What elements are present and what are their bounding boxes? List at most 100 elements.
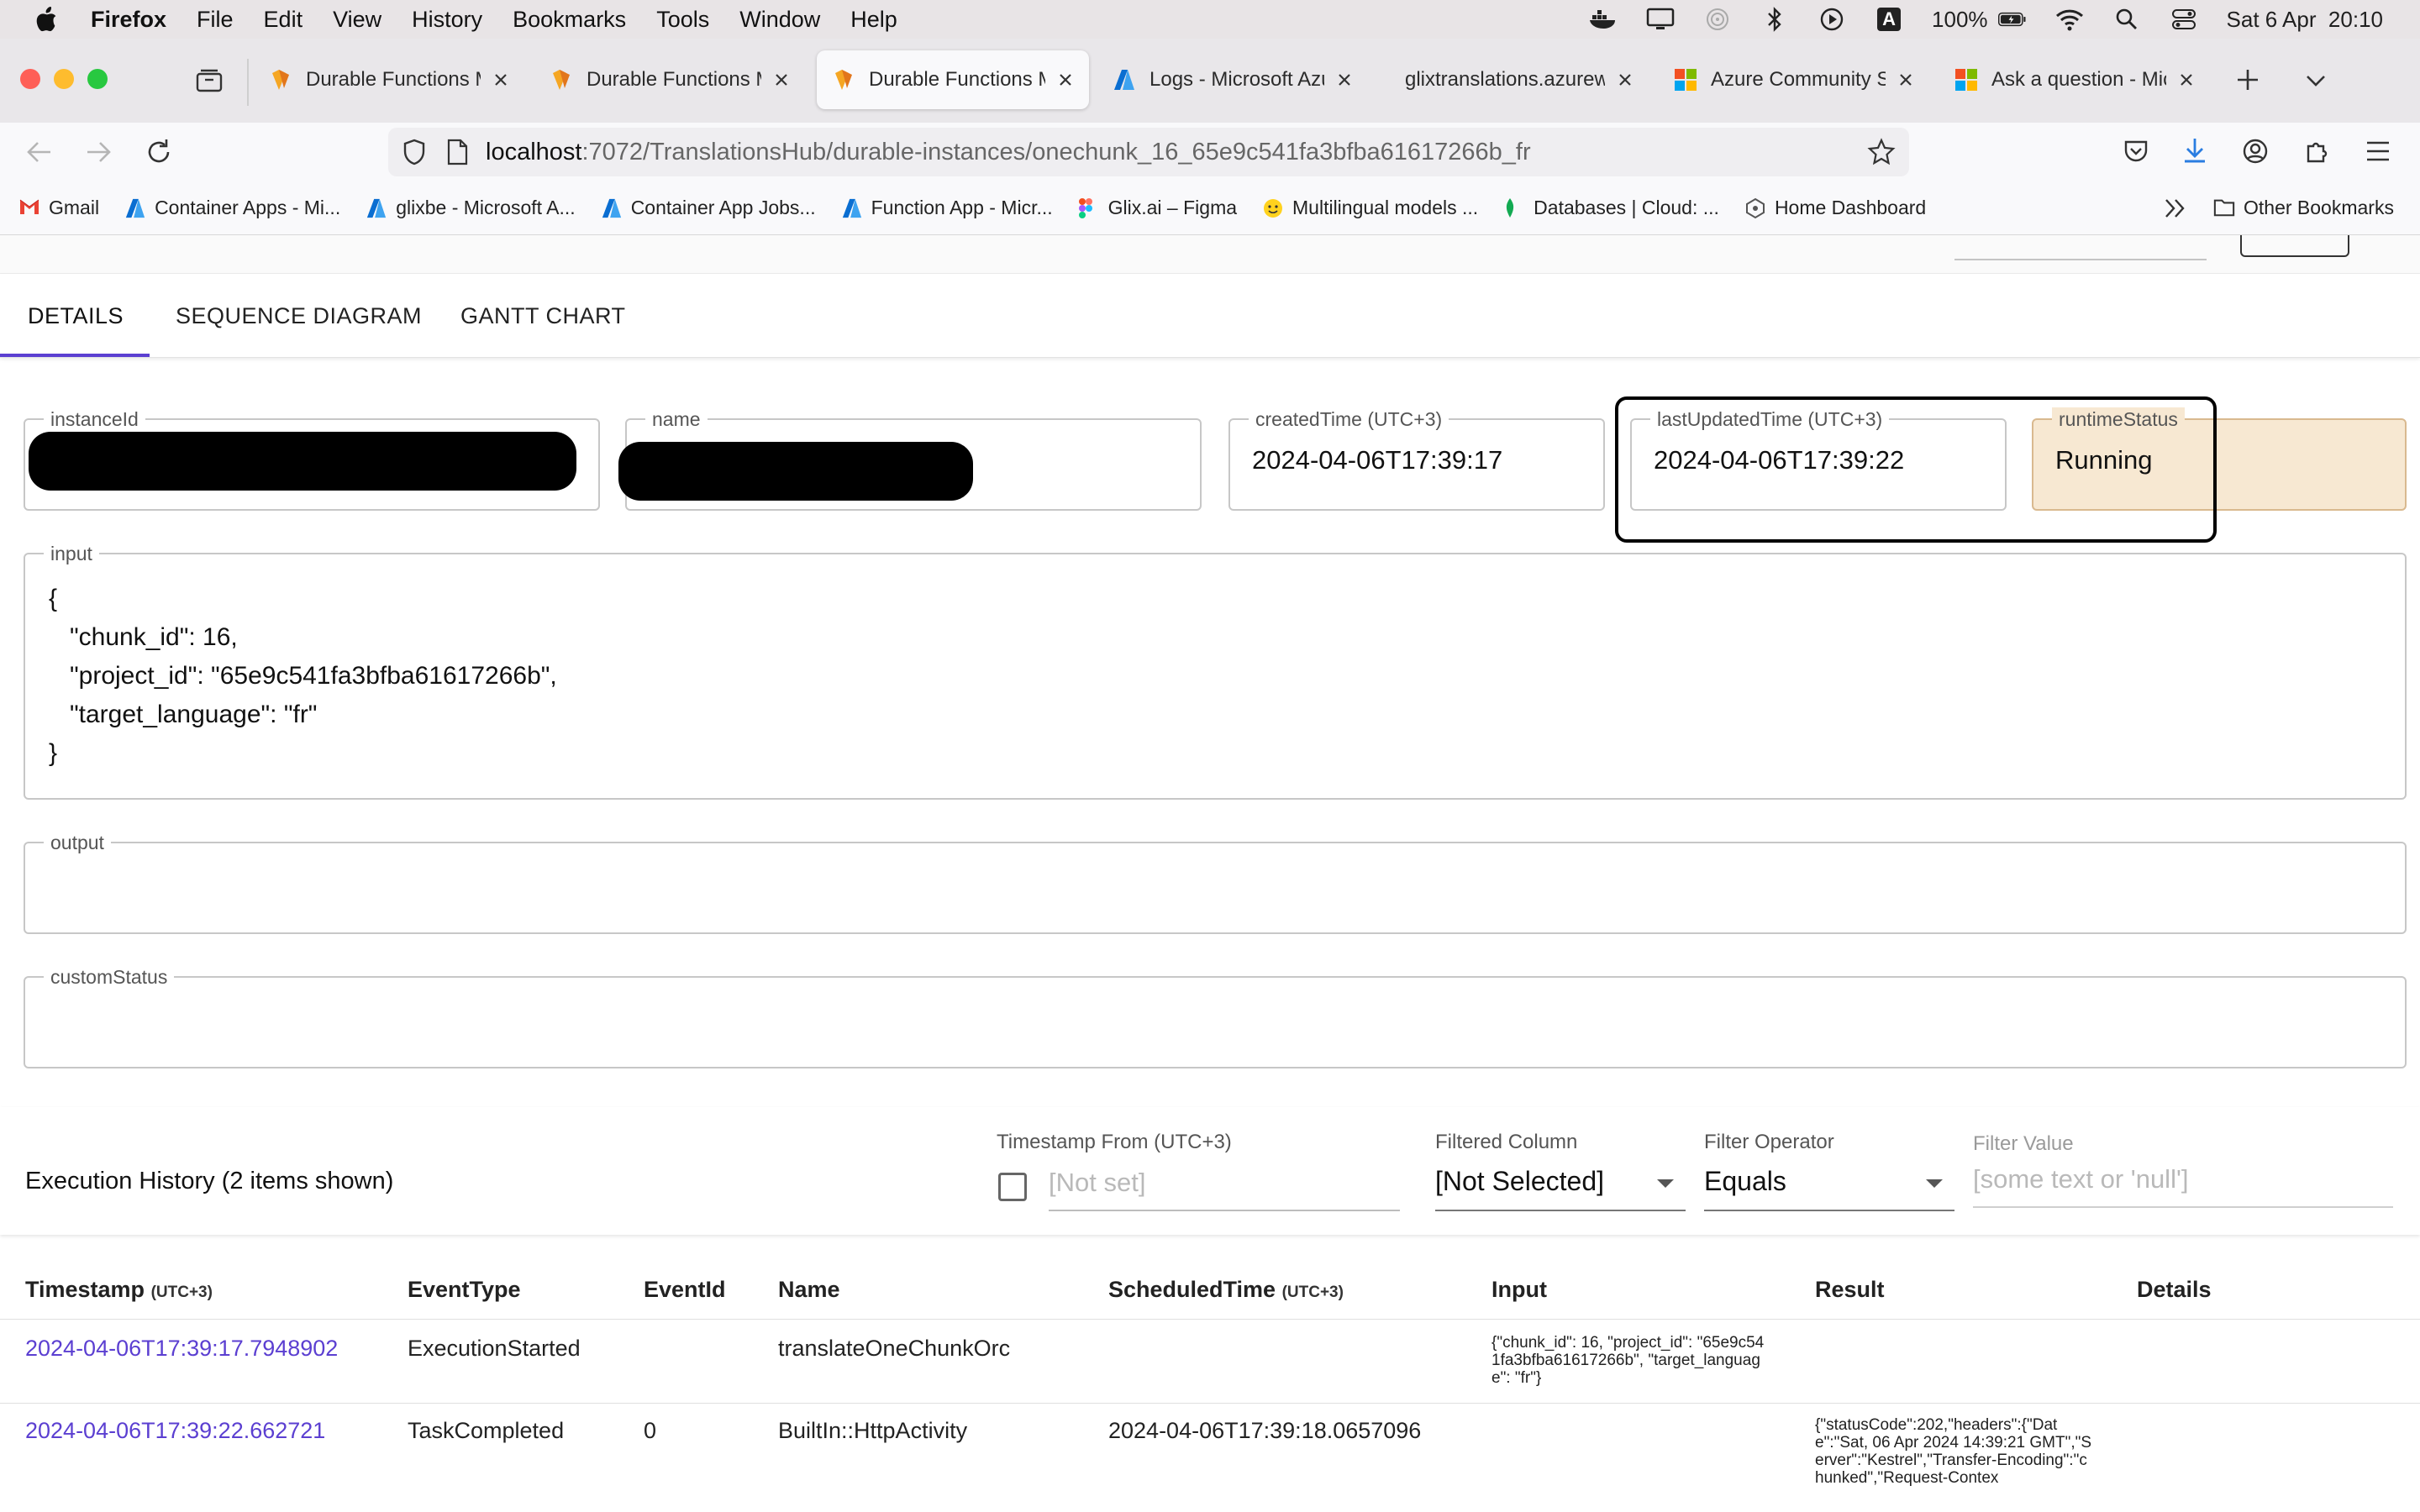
bluetooth-icon[interactable]: [1760, 7, 1789, 32]
browser-tab-durable-2[interactable]: Durable Functions M: [534, 50, 805, 109]
close-icon[interactable]: [492, 71, 509, 88]
url-bar[interactable]: localhost:7072/TranslationsHub/durable-i…: [388, 128, 1909, 176]
reload-icon[interactable]: [145, 138, 173, 166]
redacted-value: [618, 442, 973, 501]
tab-details[interactable]: DETAILS: [28, 274, 124, 358]
window-close-button[interactable]: [20, 69, 40, 89]
menu-view[interactable]: View: [333, 7, 381, 33]
azure-icon: [1113, 68, 1136, 92]
wifi-icon[interactable]: [2055, 7, 2084, 32]
browser-tab-durable-1[interactable]: Durable Functions M: [254, 50, 524, 109]
browser-tab-label: glixtranslations.azurewe: [1405, 68, 1605, 91]
bookmark-function-app[interactable]: Function App - Micr...: [841, 197, 1053, 219]
docker-icon[interactable]: [1589, 7, 1618, 32]
close-icon[interactable]: [1057, 71, 1074, 88]
menu-bookmarks[interactable]: Bookmarks: [513, 7, 626, 33]
menu-app-name[interactable]: Firefox: [91, 7, 166, 33]
browser-tab-azure-community[interactable]: Azure Community Su: [1659, 50, 1929, 109]
bookmark-glixbe[interactable]: glixbe - Microsoft A...: [366, 197, 576, 219]
extensions-puzzle-icon[interactable]: [2304, 138, 2331, 165]
column-header-result[interactable]: Result: [1815, 1277, 1885, 1303]
page-info-icon[interactable]: [445, 139, 469, 165]
bookmark-gmail[interactable]: Gmail: [18, 197, 99, 219]
close-icon[interactable]: [1336, 71, 1353, 88]
pocket-icon[interactable]: [2123, 138, 2149, 165]
close-icon[interactable]: [1617, 71, 1634, 88]
forward-arrow-icon[interactable]: [84, 139, 113, 165]
timestamp-from-checkbox[interactable]: [998, 1173, 1027, 1201]
instance-id-field[interactable]: instanceId: [24, 407, 600, 511]
input-source-icon[interactable]: A: [1875, 7, 1903, 32]
chevron-down-icon[interactable]: [1655, 1178, 1676, 1189]
browser-tab-azure-logs[interactable]: Logs - Microsoft Azu: [1097, 50, 1368, 109]
name-field[interactable]: name: [618, 407, 1202, 511]
header-button-edge[interactable]: [2240, 235, 2349, 257]
display-icon[interactable]: [1646, 7, 1675, 32]
control-center-icon[interactable]: [2170, 7, 2198, 32]
custom-status-field[interactable]: customStatus: [24, 965, 2407, 1068]
column-header-scheduledtime[interactable]: ScheduledTime (UTC+3): [1108, 1277, 1344, 1303]
row2-timestamp-link[interactable]: 2024-04-06T17:39:22.662721: [25, 1418, 325, 1444]
filtered-column-select[interactable]: [Not Selected]: [1435, 1166, 1604, 1197]
spotlight-search-icon[interactable]: [2112, 7, 2141, 32]
field-label: output: [44, 831, 111, 854]
column-header-details[interactable]: Details: [2137, 1277, 2212, 1303]
menu-history[interactable]: History: [412, 7, 482, 33]
bookmark-container-apps[interactable]: Container Apps - Mi...: [124, 197, 340, 219]
bookmark-home-dashboard[interactable]: Home Dashboard: [1744, 197, 1926, 219]
input-field[interactable]: input { "chunk_id": 16, "project_id": "6…: [24, 542, 2407, 800]
apple-icon[interactable]: [34, 6, 59, 33]
window-minimize-button[interactable]: [54, 69, 74, 89]
browser-tab-glixtranslations[interactable]: glixtranslations.azurewe: [1378, 50, 1649, 109]
column-header-input[interactable]: Input: [1491, 1277, 1547, 1303]
account-icon[interactable]: [2242, 138, 2269, 165]
column-header-eventtype[interactable]: EventType: [408, 1277, 521, 1303]
filter-operator-select[interactable]: Equals: [1704, 1166, 1786, 1197]
tab-gantt-chart[interactable]: GANTT CHART: [460, 274, 626, 358]
browser-tab-durable-3-active[interactable]: Durable Functions M: [817, 50, 1089, 109]
bookmarks-toolbar: Gmail Container Apps - Mi... glixbe - Mi…: [0, 181, 2420, 235]
menu-help[interactable]: Help: [850, 7, 897, 33]
bookmark-multilingual-models[interactable]: Multilingual models ...: [1262, 197, 1478, 219]
bookmark-star-icon[interactable]: [1867, 138, 1896, 166]
bookmarks-overflow-chevron-icon[interactable]: [2163, 197, 2188, 220]
window-zoom-button[interactable]: [87, 69, 108, 89]
bookmark-figma[interactable]: Glix.ai – Figma: [1078, 197, 1237, 219]
filter-value-underline: [1973, 1206, 2393, 1208]
output-field[interactable]: output: [24, 831, 2407, 934]
tracking-protection-shield-icon[interactable]: [400, 138, 429, 166]
row1-timestamp-link[interactable]: 2024-04-06T17:39:17.7948902: [25, 1336, 338, 1362]
close-icon[interactable]: [1897, 71, 1914, 88]
hamburger-menu-icon[interactable]: [2365, 139, 2391, 163]
menu-file[interactable]: File: [197, 7, 234, 33]
tab-sequence-diagram[interactable]: SEQUENCE DIAGRAM: [176, 274, 422, 358]
column-header-timestamp[interactable]: Timestamp (UTC+3): [25, 1277, 213, 1303]
bookmark-container-app-jobs[interactable]: Container App Jobs...: [601, 197, 816, 219]
column-header-name[interactable]: Name: [778, 1277, 840, 1303]
menu-edit[interactable]: Edit: [264, 7, 303, 33]
bookmark-databases-cloud[interactable]: Databases | Cloud: ...: [1503, 197, 1719, 219]
close-icon[interactable]: [2178, 71, 2195, 88]
menu-tools[interactable]: Tools: [656, 7, 709, 33]
menubar-clock[interactable]: Sat 6 Apr 20:10: [2227, 7, 2383, 33]
other-bookmarks[interactable]: Other Bookmarks: [2213, 197, 2394, 219]
browser-tab-ask-question[interactable]: Ask a question - Mic: [1939, 50, 2210, 109]
battery-icon[interactable]: [1997, 7, 2027, 32]
back-arrow-icon[interactable]: [25, 139, 54, 165]
figma-icon: [1078, 197, 1100, 219]
created-time-field[interactable]: createdTime (UTC+3) 2024-04-06T17:39:17: [1228, 407, 1605, 511]
close-icon[interactable]: [773, 71, 790, 88]
mongodb-icon: [1503, 197, 1525, 219]
downloads-icon[interactable]: [2181, 136, 2208, 165]
list-all-tabs-chevron-icon[interactable]: [2304, 71, 2328, 91]
column-header-eventid[interactable]: EventId: [644, 1277, 726, 1303]
play-circle-icon[interactable]: [1818, 7, 1846, 32]
tab-overview-icon[interactable]: [195, 67, 224, 92]
column-suffix: (UTC+3): [1281, 1284, 1344, 1301]
chevron-down-icon[interactable]: [1924, 1178, 1944, 1189]
menu-window[interactable]: Window: [739, 7, 820, 33]
timestamp-from-placeholder[interactable]: [Not set]: [1049, 1168, 1145, 1198]
airdrop-icon[interactable]: [1703, 7, 1732, 32]
filter-value-input[interactable]: [some text or 'null']: [1973, 1164, 2189, 1194]
new-tab-plus-icon[interactable]: [2235, 67, 2260, 92]
